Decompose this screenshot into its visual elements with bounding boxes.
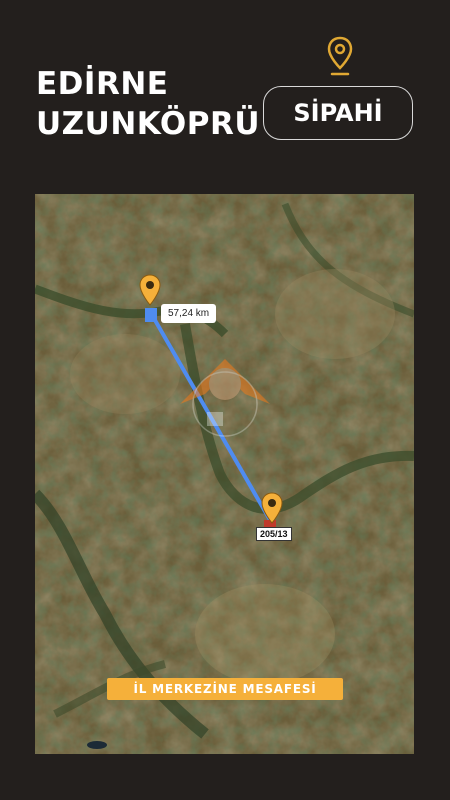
title-city: EDİRNE bbox=[36, 66, 169, 102]
title-district: UZUNKÖPRÜ bbox=[36, 106, 261, 142]
location-badge: SİPAHİ bbox=[263, 86, 413, 140]
distance-label: 57,24 km bbox=[161, 304, 217, 323]
map-marker-icon[interactable] bbox=[139, 274, 161, 306]
title-block: EDİRNE UZUNKÖPRÜ bbox=[36, 64, 260, 144]
location-pin-icon bbox=[327, 36, 353, 76]
distance-banner: İL MERKEZİNE MESAFESİ bbox=[107, 678, 343, 700]
route-start-marker bbox=[145, 308, 157, 322]
map-terrain bbox=[35, 194, 414, 754]
parcel-label: 205/13 bbox=[256, 527, 292, 541]
map-marker-icon[interactable] bbox=[261, 492, 283, 524]
satellite-map[interactable]: 57,24 km 205/13 İL MERKEZİNE MESAFESİ bbox=[35, 194, 414, 754]
